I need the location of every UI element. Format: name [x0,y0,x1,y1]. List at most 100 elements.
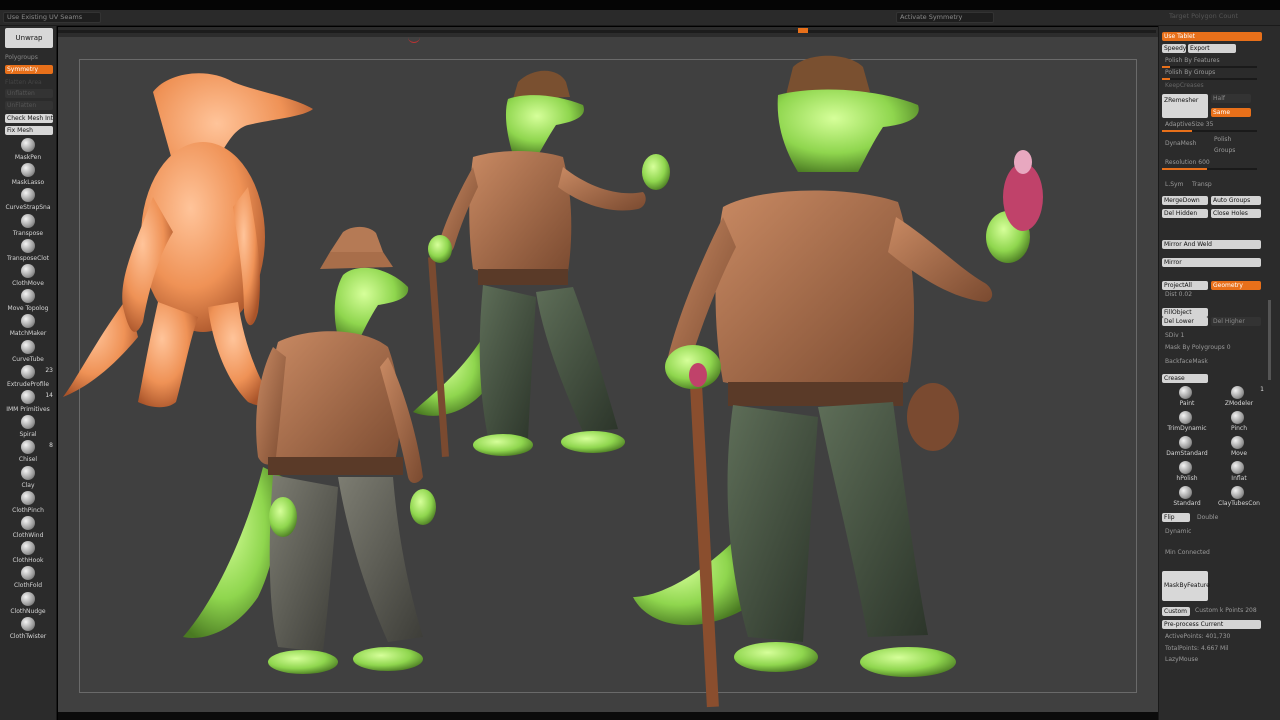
crease-button[interactable]: Crease [1162,374,1208,383]
del-hidden-button[interactable]: Del Hidden [1162,209,1208,218]
polish-by-features-label[interactable]: Polish By Features [1165,57,1220,64]
use-tablet-button[interactable]: Use Tablet [1162,32,1262,41]
brush-label: MaskLasso [11,179,45,187]
disabled-option-2[interactable]: Unflatten [5,89,53,98]
unwrap-button[interactable]: Unwrap [5,28,53,48]
right-brush-9[interactable]: ClayTubesCon [1214,486,1264,508]
brush-label: Move Topolog [7,305,49,313]
mergedown-button[interactable]: MergeDown [1162,196,1208,205]
backface-mask-button[interactable]: BackfaceMask [1165,358,1208,365]
del-lower-button[interactable]: Del Lower [1162,317,1208,326]
close-holes-button[interactable]: Close Holes [1211,209,1261,218]
brush-label: CurveStrapSna [5,204,51,212]
canvas-viewport[interactable] [58,37,1158,713]
polish-by-groups-label[interactable]: Polish By Groups [1165,69,1215,76]
brush-icon [21,440,35,455]
dynamesh-button[interactable]: DynaMesh [1165,140,1196,147]
pre-process-current-button[interactable]: Pre-process Current [1162,620,1261,629]
brush-count: 23 [45,366,53,374]
custom-points-slider[interactable]: Custom k Points 208 [1195,607,1257,614]
sdiv-slider[interactable]: SDiv 1 [1165,332,1184,339]
keep-creases-label[interactable]: KeepCreases [1165,82,1204,89]
dynamic-button[interactable]: Dynamic [1165,528,1191,535]
brush-count: 8 [49,442,53,450]
double-button[interactable]: Double [1197,514,1218,521]
min-connected-slider[interactable]: Min Connected [1165,549,1210,556]
del-higher-button[interactable]: Del Higher [1211,317,1261,326]
export-button[interactable]: Export [1188,44,1236,53]
right-brush-2[interactable]: TrimDynamic [1162,411,1212,433]
brush-icon [1179,486,1192,499]
projectall-button[interactable]: ProjectAll [1162,281,1208,290]
use-existing-uv-seams-button[interactable]: Use Existing UV Seams [3,12,101,23]
zremesher-button[interactable]: ZRemesher [1162,94,1208,118]
auto-groups-button[interactable]: Auto Groups [1211,196,1261,205]
panel-scrollbar[interactable] [1268,300,1271,380]
brush-icon [21,188,35,203]
brush-label: ClothTwister [9,632,47,640]
adaptive-size-track[interactable] [1162,130,1257,132]
flip-button[interactable]: Flip [1162,513,1190,522]
half-button[interactable]: Half [1211,94,1251,103]
slider-marker[interactable] [798,28,808,33]
geometry-button[interactable]: Geometry [1211,281,1261,290]
resolution-slider[interactable]: Resolution 600 [1165,159,1210,166]
activate-symmetry-button[interactable]: Activate Symmetry [896,12,994,23]
check-mesh-integrity-button[interactable]: Check Mesh Int [5,114,53,123]
lazymouse-button[interactable]: LazyMouse [1165,656,1198,663]
brush-icon [21,465,35,480]
mask-by-polygroups-slider[interactable]: Mask By Polygroups 0 [1165,344,1231,351]
right-brush-5[interactable]: Move [1214,436,1264,458]
brush-label: Move [1230,450,1248,457]
symmetry-button[interactable]: Symmetry [5,65,53,74]
brush-label: ClothPinch [12,506,44,514]
mask-by-feature-button[interactable]: MaskByFeature [1162,571,1210,601]
disabled-option-3[interactable]: UnFlatten [5,101,53,110]
groups-button[interactable]: Groups [1214,147,1235,154]
polish-button[interactable]: Polish [1214,136,1231,143]
same-button[interactable]: Same [1211,108,1251,117]
speedy-button[interactable]: Speedy [1162,44,1186,53]
custom-button[interactable]: Custom [1162,607,1190,616]
brush-icon [21,238,35,253]
secondary-slider-bar[interactable] [58,27,1158,37]
brush-label: Clay [21,481,35,489]
right-brush-1[interactable]: ZModeler 1 [1214,386,1264,408]
brush-label: ClothHook [12,557,44,565]
brush-icon [21,415,35,430]
model-renders [63,55,1043,708]
brush-19[interactable]: ClothTwister [2,616,54,647]
right-brush-0[interactable]: Paint [1162,386,1212,408]
left-tool-palette: Unwrap Polygroups Symmetry Flatten Area … [0,26,57,720]
brush-label: Inflat [1231,475,1247,482]
right-brush-7[interactable]: Inflat [1214,461,1264,483]
right-brush-8[interactable]: Standard [1162,486,1212,508]
right-brush-3[interactable]: Pinch [1214,411,1264,433]
brush-icon [21,591,35,606]
local-symmetry-button[interactable]: L.Sym [1165,181,1183,188]
brush-icon [1179,386,1192,399]
resolution-track[interactable] [1162,168,1257,170]
fix-mesh-button[interactable]: Fix Mesh [5,126,53,135]
right-brush-4[interactable]: DamStandard [1162,436,1212,458]
brush-label: ExtrudeProfile [6,380,50,388]
adaptive-size-slider[interactable]: AdaptiveSize 35 [1165,121,1213,128]
brush-icon [21,364,35,379]
polish-by-groups-slider[interactable] [1162,78,1257,80]
right-settings-panel: Use Tablet Speedy Export Polish By Featu… [1158,26,1280,720]
brush-count: 1 [1260,386,1264,393]
top-strip [0,0,1280,10]
brush-label: Standard [1173,500,1201,507]
mirror-button[interactable]: Mirror [1162,258,1261,267]
target-polygon-count-slider[interactable]: Target Polygon Count [1166,12,1256,23]
brush-icon [1179,436,1192,449]
mirror-and-weld-button[interactable]: Mirror And Weld [1162,240,1261,249]
dist-slider[interactable]: Dist 0.02 [1165,291,1192,298]
brush-label: ClothNudge [10,607,46,615]
right-brush-6[interactable]: hPolish [1162,461,1212,483]
brush-icon [21,138,35,152]
transparency-button[interactable]: Transp [1192,181,1212,188]
fillobject-button[interactable]: FillObject [1162,308,1208,317]
polish-by-features-slider[interactable] [1162,66,1257,68]
lizard-figure-large [633,55,1043,708]
